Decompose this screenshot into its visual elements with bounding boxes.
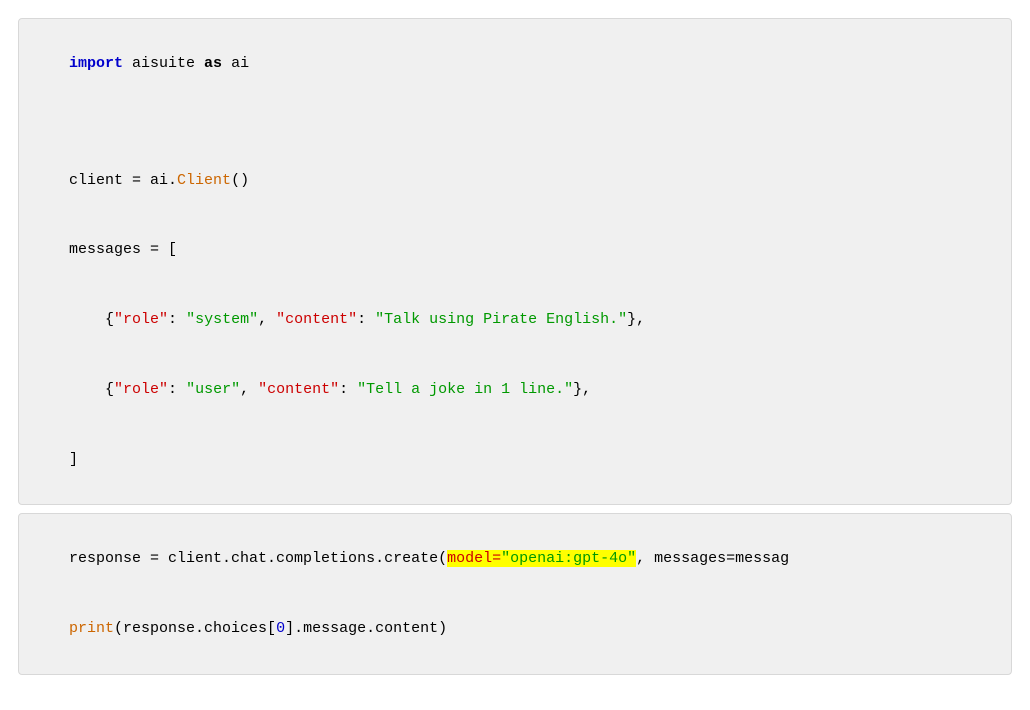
main-container: import aisuite as ai client = ai.Client(…: [0, 0, 1030, 710]
msg-close: ]: [69, 451, 78, 468]
openai-print-line: print(response.choices[0].message.conten…: [69, 620, 447, 637]
alias-ai: ai: [222, 55, 249, 72]
msg-line2: {"role": "user", "content": "Tell a joke…: [69, 381, 591, 398]
code-block-1: import aisuite as ai client = ai.Client(…: [18, 18, 1012, 505]
msg-line1: {"role": "system", "content": "Talk usin…: [69, 311, 645, 328]
keyword-import: import: [69, 55, 123, 72]
client-assign: client = ai.: [69, 172, 177, 189]
code-block-openai: response = client.chat.completions.creat…: [18, 513, 1012, 675]
module-aisuite: aisuite: [123, 55, 204, 72]
client-call: Client: [177, 172, 231, 189]
messages-assign: messages = [: [69, 241, 177, 258]
keyword-as: as: [204, 55, 222, 72]
output-block-1: Why did the pirate go to school? To impr…: [18, 683, 1012, 710]
openai-response-line: response = client.chat.completions.creat…: [69, 550, 789, 567]
